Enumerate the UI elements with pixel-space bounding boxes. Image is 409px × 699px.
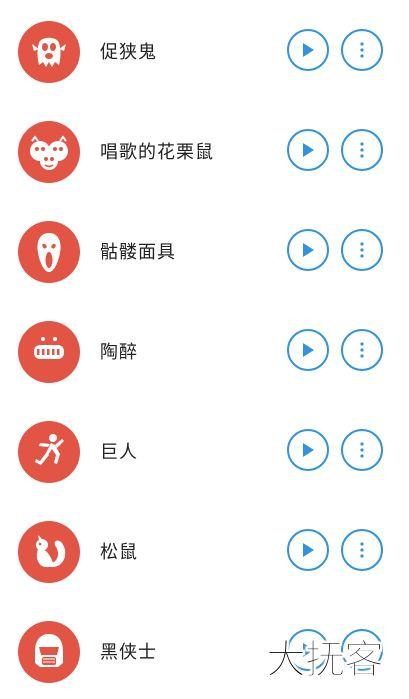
more-vertical-icon	[360, 442, 364, 458]
list-item[interactable]: 陶醉	[0, 300, 409, 400]
item-label: 唱歌的花栗鼠	[100, 142, 214, 163]
list-item[interactable]: 骷髅面具	[0, 200, 409, 300]
more-vertical-icon	[360, 142, 364, 158]
play-icon	[303, 43, 314, 57]
more-vertical-icon	[360, 42, 364, 58]
play-button[interactable]	[287, 229, 329, 271]
play-icon	[303, 143, 314, 157]
squirrel-icon	[18, 521, 80, 583]
more-options-button[interactable]	[341, 629, 383, 671]
more-options-button[interactable]	[341, 429, 383, 471]
voice-effect-list: 促狭鬼 唱歌的花栗鼠 骷髅面具 陶醉 巨人 松鼠 黑侠士 大抚客	[0, 0, 409, 699]
list-item[interactable]: 松鼠	[0, 500, 409, 600]
more-options-button[interactable]	[341, 329, 383, 371]
item-label: 陶醉	[100, 342, 138, 363]
list-item[interactable]: 促狭鬼	[0, 0, 409, 100]
play-button[interactable]	[287, 29, 329, 71]
item-label: 促狭鬼	[100, 42, 157, 63]
play-icon	[303, 543, 314, 557]
play-icon	[303, 343, 314, 357]
list-item[interactable]: 唱歌的花栗鼠	[0, 100, 409, 200]
play-button[interactable]	[287, 129, 329, 171]
play-button[interactable]	[287, 529, 329, 571]
giant-dancing-icon	[18, 421, 80, 483]
more-vertical-icon	[360, 542, 364, 558]
ghost-icon	[18, 21, 80, 83]
play-icon	[303, 643, 314, 657]
play-button[interactable]	[287, 429, 329, 471]
list-item[interactable]: 巨人	[0, 400, 409, 500]
grin-face-icon	[18, 321, 80, 383]
more-options-button[interactable]	[341, 29, 383, 71]
item-label: 松鼠	[100, 542, 138, 563]
more-options-button[interactable]	[341, 129, 383, 171]
play-button[interactable]	[287, 329, 329, 371]
play-icon	[303, 243, 314, 257]
more-vertical-icon	[360, 342, 364, 358]
dark-knight-icon	[18, 621, 80, 683]
item-label: 黑侠士	[100, 642, 157, 663]
scream-mask-icon	[18, 221, 80, 283]
play-button[interactable]	[287, 629, 329, 671]
more-vertical-icon	[360, 642, 364, 658]
chipmunks-icon	[18, 121, 80, 183]
more-options-button[interactable]	[341, 229, 383, 271]
item-label: 骷髅面具	[100, 242, 176, 263]
item-label: 巨人	[100, 442, 138, 463]
more-vertical-icon	[360, 242, 364, 258]
play-icon	[303, 443, 314, 457]
list-item[interactable]: 黑侠士	[0, 600, 409, 699]
more-options-button[interactable]	[341, 529, 383, 571]
